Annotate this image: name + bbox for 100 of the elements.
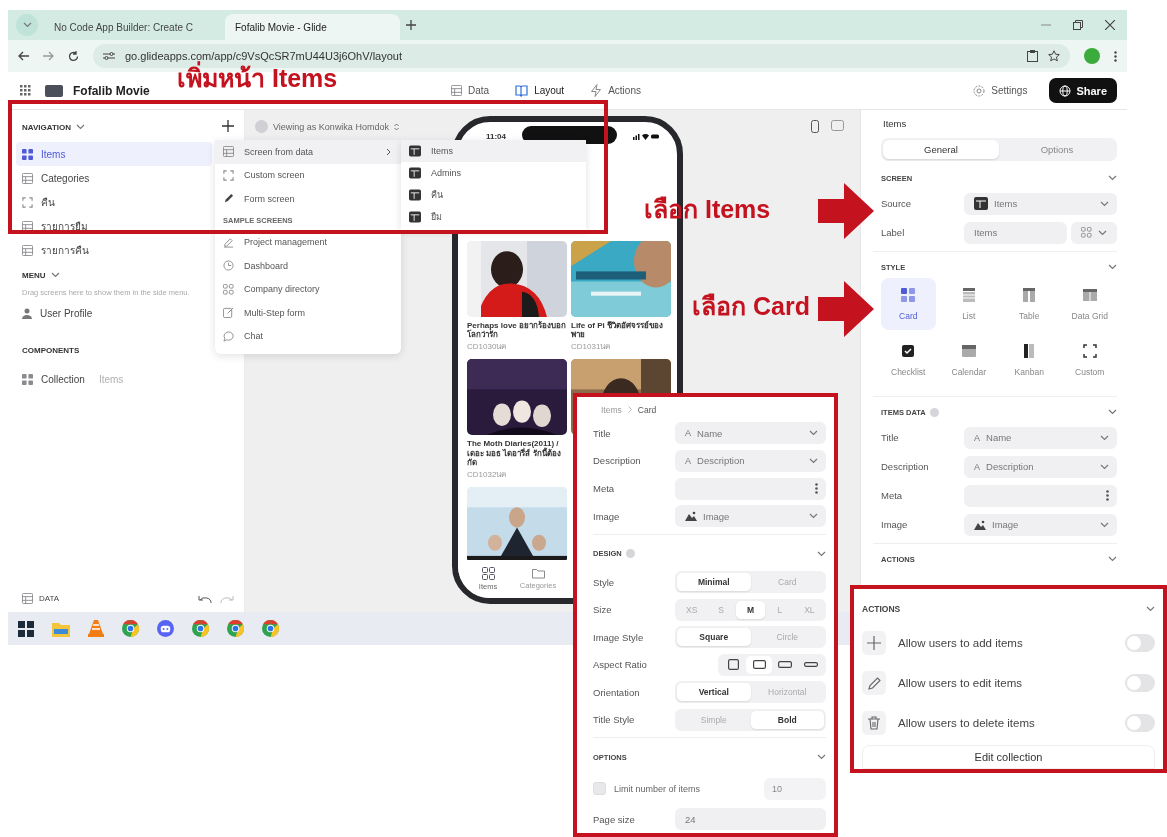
restore-icon[interactable] [1073, 20, 1083, 30]
grid-icon [1081, 227, 1092, 238]
menu-item[interactable]: ยืม [401, 206, 586, 228]
edit-collection-button[interactable]: Edit collection [862, 745, 1155, 769]
dropdown-field[interactable]: Image [964, 513, 1117, 536]
menu-item[interactable]: Screen from data [215, 140, 401, 164]
style-option[interactable]: List [941, 278, 996, 330]
browser-tab[interactable]: Fofalib Movie - Glide [225, 14, 400, 40]
aspect-ratio-option[interactable] [746, 655, 772, 674]
segment-option[interactable]: M [735, 600, 766, 619]
windows-icon[interactable] [18, 620, 34, 637]
dropdown-field[interactable]: A Name [964, 426, 1117, 449]
share-button[interactable]: Share [1049, 78, 1117, 103]
viewing-as-selector[interactable]: Viewing as Konwika Homdok [255, 120, 399, 134]
menu-item[interactable]: Company directory [215, 277, 401, 301]
menu-item[interactable]: คืน [401, 184, 586, 206]
apps-grid-icon[interactable] [20, 85, 31, 96]
grid-icon [22, 148, 33, 160]
checkbox-label: Limit number of items [614, 783, 702, 794]
style-option[interactable]: Table [1002, 278, 1057, 330]
folder-icon[interactable] [52, 620, 70, 637]
data-label[interactable]: DATA [39, 594, 60, 603]
style-option[interactable]: Card [881, 278, 936, 330]
menu-item[interactable]: Custom screen [215, 163, 401, 187]
more-icon [815, 483, 818, 494]
close-icon[interactable] [1105, 20, 1115, 30]
dropdown-field[interactable] [675, 477, 826, 500]
folder-icon [531, 568, 545, 579]
toggle-switch[interactable] [1125, 634, 1155, 652]
dropdown-field[interactable]: A Name [675, 422, 826, 445]
style-option[interactable]: Calendar [941, 334, 996, 386]
table-icon [409, 211, 421, 223]
checkbox[interactable] [593, 782, 606, 796]
new-tab-icon[interactable] [406, 20, 416, 30]
section-title[interactable]: ACTIONS [862, 604, 901, 614]
menu-item[interactable]: Project management [215, 230, 401, 254]
star-icon [1048, 50, 1060, 62]
nav-item[interactable]: คืน [16, 190, 212, 214]
chrome-icon[interactable] [262, 620, 279, 637]
browser-tab[interactable]: No Code App Builder: Create C [44, 14, 219, 40]
component-item[interactable]: Collection Items [16, 367, 212, 391]
reload-icon[interactable] [68, 50, 79, 62]
icon-dropdown[interactable] [1071, 221, 1117, 244]
mode-tab[interactable]: Data [451, 85, 490, 96]
toggle-switch[interactable] [1125, 714, 1155, 732]
undo-icon[interactable] [198, 594, 212, 603]
field-label: Image [881, 519, 909, 530]
segment-option[interactable]: Bold [750, 710, 824, 729]
card-code: CD1030นค [467, 341, 508, 353]
style-option[interactable]: Data Grid [1062, 278, 1117, 330]
dropdown-field[interactable]: A Description [964, 455, 1117, 478]
tablet-icon[interactable] [831, 120, 844, 132]
text-field[interactable]: Items [964, 221, 1067, 244]
menu-icon[interactable] [1114, 50, 1117, 62]
section-title[interactable]: NAVIGATION [22, 122, 72, 132]
mode-tab[interactable]: Layout [515, 84, 565, 97]
chrome-icon[interactable] [122, 620, 139, 637]
style-option[interactable]: Custom [1062, 334, 1117, 386]
cone-icon[interactable] [88, 620, 104, 637]
number-field[interactable]: 24 [675, 808, 826, 831]
segment-option[interactable]: Minimal [677, 573, 751, 592]
forward-icon[interactable] [43, 51, 54, 61]
grid-icon [223, 283, 234, 295]
field-label: Image [593, 510, 621, 522]
phone-icon[interactable] [811, 120, 819, 134]
nav-item[interactable]: Categories [16, 166, 212, 190]
menu-item[interactable]: Admins [401, 162, 586, 184]
more-icon [1106, 490, 1109, 501]
chrome-icon[interactable] [227, 620, 244, 637]
dropdown-field[interactable]: A Description [675, 449, 826, 472]
back-icon[interactable] [18, 51, 29, 61]
settings-icon [973, 84, 986, 97]
panel-tab[interactable]: General [883, 140, 999, 159]
style-option[interactable]: Checklist [881, 334, 936, 386]
menu-item[interactable]: Dashboard [215, 254, 401, 278]
dropdown-field[interactable] [964, 484, 1117, 507]
nav-item[interactable]: User Profile [16, 301, 212, 325]
menu-item[interactable]: Multi-Step form [215, 301, 401, 325]
discord-icon[interactable] [157, 620, 174, 637]
style-option[interactable]: Kanban [1002, 334, 1057, 386]
chevron-down-icon [809, 457, 818, 464]
segment-option[interactable]: Square [677, 628, 751, 647]
chrome-icon[interactable] [192, 620, 209, 637]
chevron-down-icon [1108, 409, 1117, 415]
section-title[interactable]: MENU [22, 270, 46, 280]
field-label: Meta [593, 483, 616, 494]
nav-item[interactable]: รายการยืม [16, 214, 212, 238]
globe-icon [1059, 84, 1072, 97]
dropdown-field[interactable]: Image [675, 505, 826, 528]
menu-item[interactable]: Items [401, 140, 586, 162]
settings-button[interactable]: Settings [967, 83, 1034, 98]
menu-item[interactable]: Chat [215, 324, 401, 348]
menu-item[interactable]: Form screen [215, 187, 401, 211]
profile-avatar[interactable] [1084, 48, 1100, 64]
nav-item[interactable]: Items [16, 142, 212, 166]
dropdown-field[interactable]: Items [964, 192, 1117, 215]
mode-tab[interactable]: Actions [590, 84, 641, 97]
nav-item[interactable]: รายการคืน [16, 238, 212, 262]
toggle-switch[interactable] [1125, 674, 1155, 692]
segment-option[interactable]: Vertical [677, 683, 751, 702]
